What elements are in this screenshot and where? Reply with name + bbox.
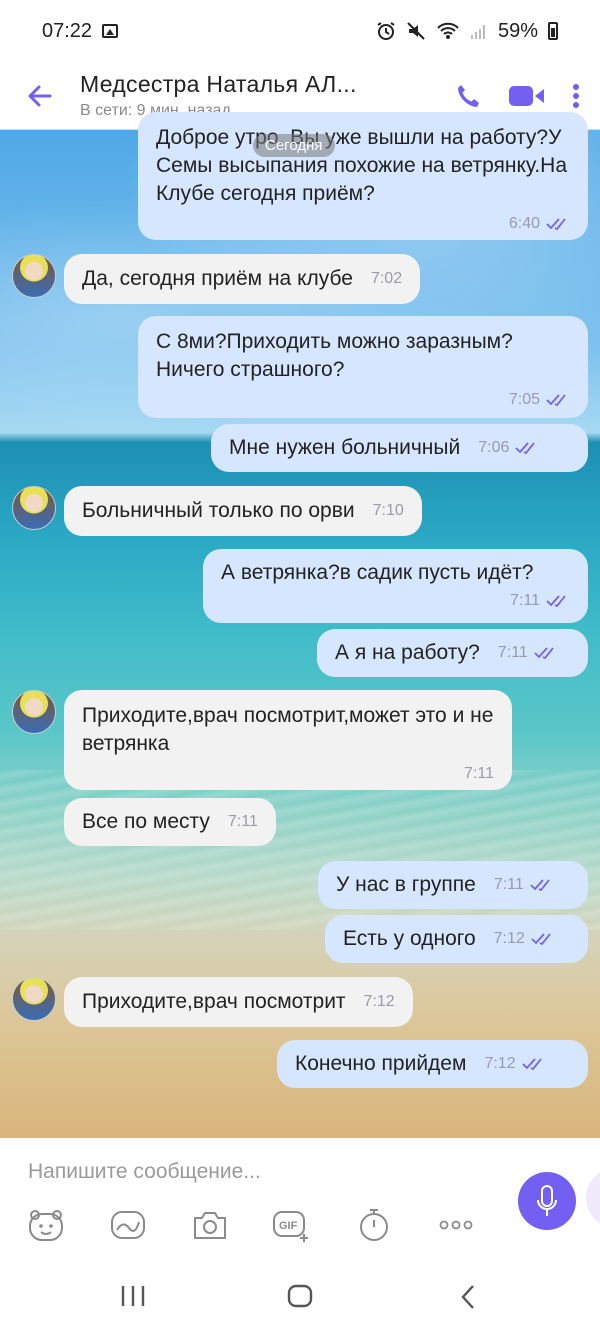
message-time: 7:11 [227, 813, 258, 830]
read-receipt-icon [546, 595, 566, 608]
message-text: А ветрянка?в садик пусть идёт? [221, 561, 534, 584]
read-receipt-icon [521, 1058, 542, 1071]
back-button[interactable] [0, 82, 80, 110]
chevron-left-icon [461, 1285, 474, 1309]
message-text: Конечно прийдем [295, 1052, 467, 1075]
contact-avatar[interactable] [12, 486, 56, 530]
message-input[interactable]: Напишите сообщение... [28, 1160, 261, 1184]
phone-call-icon[interactable] [454, 82, 482, 110]
signal-icon [470, 25, 485, 39]
message-text: Мне нужен больничный [229, 436, 461, 459]
message-text: Больничный только по орви [82, 499, 355, 522]
message-bubble-incoming[interactable]: Все по месту 7:11 [64, 798, 276, 846]
contact-avatar[interactable] [12, 254, 56, 298]
message-text: Приходите,врач посмотрит [82, 990, 346, 1013]
date-separator: Сегодня [253, 134, 335, 157]
video-call-icon[interactable] [508, 83, 546, 109]
message-bubble-outgoing[interactable]: С 8ми?Приходить можно заразным? Ничего с… [138, 316, 588, 418]
svg-text:GIF: GIF [279, 1220, 298, 1232]
message-time: 7:11 [493, 876, 524, 893]
read-receipt-icon [546, 394, 566, 407]
read-receipt-icon [515, 442, 536, 455]
status-bar: 07:22 59% [0, 0, 600, 62]
message-text: С 8ми?Приходить можно заразным? Ничего с… [156, 330, 513, 381]
message-time: 7:12 [484, 1055, 516, 1072]
message-time: 7:10 [372, 502, 404, 519]
message-time: 7:12 [363, 993, 395, 1010]
recent-apps-button[interactable] [120, 1284, 146, 1313]
alarm-icon [377, 22, 395, 40]
message-bubble-outgoing[interactable]: У нас в группе 7:11 [318, 861, 588, 909]
message-bubble-outgoing[interactable]: Доброе утро. Вы уже вышли на работу?У Се… [138, 112, 588, 240]
read-receipt-icon [546, 218, 566, 231]
read-receipt-icon [534, 647, 554, 660]
message-bubble-incoming[interactable]: Приходите,врач посмотрит 7:12 [64, 977, 413, 1027]
status-time: 07:22 [42, 19, 93, 42]
message-bubble-outgoing[interactable]: Есть у одного 7:12 [325, 915, 588, 963]
contact-avatar[interactable] [12, 977, 56, 1021]
composer-toolbar: GIF [0, 1205, 500, 1249]
more-vertical-icon[interactable] [572, 82, 580, 110]
message-bubble-outgoing[interactable]: Мне нужен больничный 7:06 [211, 424, 588, 472]
message-bubble-incoming[interactable]: Приходите,врач посмотрит,может это и не … [64, 690, 512, 790]
gif-icon[interactable]: GIF [272, 1205, 312, 1245]
recent-apps-icon [121, 1286, 145, 1306]
timer-icon[interactable] [354, 1205, 394, 1245]
more-icon[interactable] [436, 1205, 476, 1245]
contact-name: Медсестра Наталья АЛ... [80, 71, 357, 97]
sticker-icon[interactable] [26, 1205, 66, 1245]
message-bubble-incoming[interactable]: Больничный только по орви 7:10 [64, 486, 422, 536]
message-time: 7:11 [464, 765, 494, 782]
message-text: А я на работу? [335, 641, 480, 664]
home-button[interactable] [287, 1284, 313, 1313]
microphone-icon [537, 1185, 557, 1216]
contact-avatar[interactable] [12, 690, 56, 734]
battery-icon [548, 22, 558, 40]
gallery-notification-icon [102, 24, 119, 38]
message-bubble-outgoing[interactable]: А ветрянка?в садик пусть идёт? 7:11 [203, 549, 588, 623]
read-receipt-icon [530, 879, 550, 892]
home-icon [287, 1284, 313, 1308]
mute-icon [407, 22, 425, 40]
camera-icon[interactable] [190, 1205, 230, 1245]
message-time: 7:06 [478, 439, 510, 456]
message-time: 7:12 [493, 930, 525, 947]
message-text: Доброе утро. Вы уже вышли на работу?У Се… [156, 126, 567, 205]
message-time: 7:11 [510, 592, 540, 609]
message-time: 7:05 [508, 391, 540, 408]
message-time: 7:11 [497, 644, 528, 661]
message-text: У нас в группе [336, 873, 476, 896]
message-bubble-outgoing[interactable]: Конечно прийдем 7:12 [277, 1040, 588, 1088]
message-text: Да, сегодня приём на клубе [82, 267, 353, 290]
message-time: 7:02 [370, 270, 403, 287]
system-nav-bar [0, 1256, 600, 1332]
read-receipt-icon [531, 933, 551, 946]
battery-percent: 59% [497, 19, 538, 42]
back-nav-button[interactable] [458, 1284, 478, 1315]
doodle-icon[interactable] [108, 1205, 148, 1245]
message-text: Приходите,врач посмотрит,может это и не … [82, 704, 494, 755]
voice-message-button[interactable] [518, 1172, 576, 1230]
message-text: Есть у одного [343, 927, 476, 950]
arrow-left-icon [28, 85, 52, 106]
wifi-icon [437, 22, 459, 39]
message-bubble-outgoing[interactable]: А я на работу? 7:11 [317, 629, 588, 677]
message-text: Все по месту [82, 810, 210, 833]
message-bubble-incoming[interactable]: Да, сегодня приём на клубе 7:02 [64, 254, 421, 304]
message-time: 6:40 [508, 215, 540, 232]
